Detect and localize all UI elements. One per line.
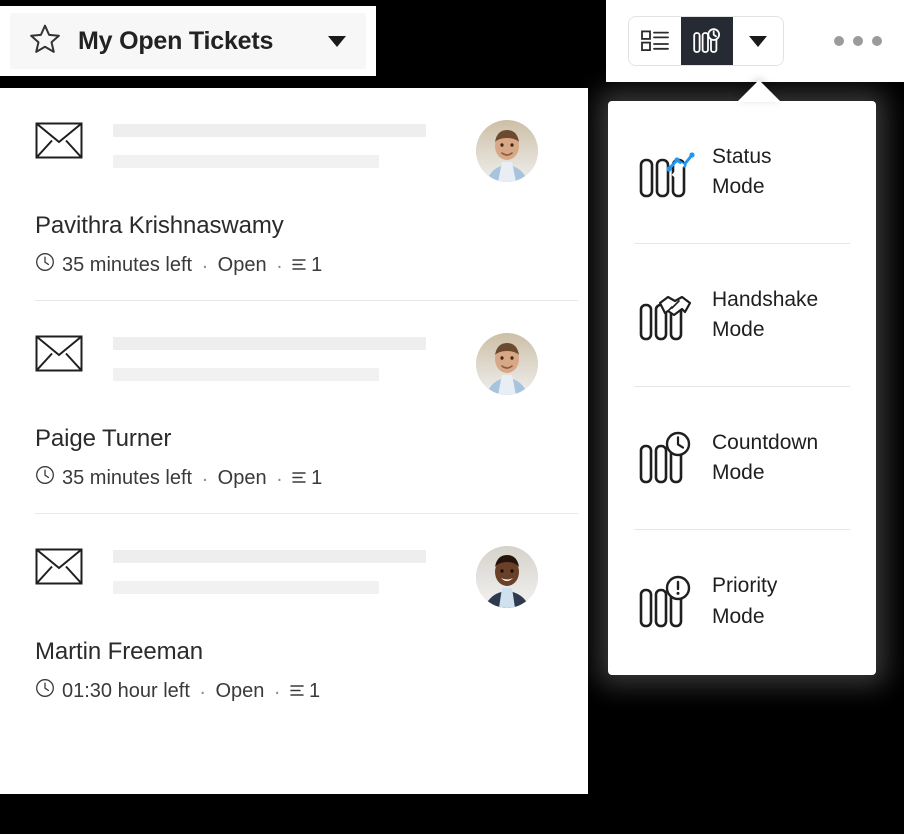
menu-item-line2: Mode	[712, 318, 765, 341]
skeleton-bar-subject	[113, 337, 427, 350]
view-mode-toolbar	[606, 0, 904, 82]
table-row[interactable]: Pavithra Krishnaswamy 35 minutes left . …	[35, 88, 578, 301]
chevron-down-icon[interactable]	[328, 35, 346, 47]
menu-item-line1: Handshake	[712, 287, 819, 311]
skeleton-bar-subject	[113, 124, 427, 137]
meta-separator: .	[276, 251, 283, 273]
meta-separator: .	[202, 251, 208, 273]
thread-lines-icon	[290, 681, 307, 704]
view-header-bar: My Open Tickets	[0, 6, 376, 76]
menu-item-line1: Countdown	[712, 430, 819, 454]
avatar	[476, 546, 538, 608]
view-mode-dropdown-menu: Status Mode Handshake Mode Countdown Mod…	[608, 101, 876, 675]
meta-separator: .	[199, 677, 206, 699]
view-selector[interactable]: My Open Tickets	[10, 13, 366, 69]
sla-time-left: 35 minutes left	[62, 253, 193, 276]
ellipsis-dot	[872, 36, 882, 46]
avatar	[476, 120, 538, 182]
menu-item-handshake-mode[interactable]: Handshake Mode	[634, 244, 850, 387]
view-mode-dropdown-button[interactable]	[733, 17, 783, 65]
ellipsis-dot	[853, 36, 863, 46]
envelope-icon	[35, 122, 83, 164]
countdown-mode-button[interactable]	[681, 17, 733, 65]
meta-separator: .	[274, 677, 280, 699]
ellipsis-dot	[834, 36, 844, 46]
menu-item-label: Handshake Mode	[712, 285, 818, 346]
ticket-meta: 35 minutes left . Open . 1	[35, 465, 538, 491]
menu-item-status-mode[interactable]: Status Mode	[634, 101, 850, 244]
status-badge: Open	[215, 679, 265, 702]
screenshot-stage: My Open Tickets Pavithra Krishnaswamy 35…	[0, 0, 904, 834]
subject-placeholder	[113, 331, 446, 381]
menu-item-line1: Priority	[712, 574, 778, 598]
envelope-icon	[35, 548, 83, 590]
thread-lines-icon	[292, 468, 309, 491]
meta-separator: .	[276, 464, 283, 486]
menu-item-label: Countdown Mode	[712, 428, 818, 489]
table-row[interactable]: Paige Turner 35 minutes left . Open . 1	[35, 301, 578, 514]
skeleton-bar-snippet	[113, 155, 380, 168]
menu-item-line1: Status	[712, 144, 772, 168]
menu-item-label: Priority Mode	[712, 571, 777, 632]
contact-name: Pavithra Krishnaswamy	[35, 212, 284, 239]
contact-name: Martin Freeman	[35, 638, 203, 665]
envelope-icon	[35, 335, 83, 377]
meta-separator: .	[202, 464, 208, 486]
menu-item-countdown-mode[interactable]: Countdown Mode	[634, 387, 850, 530]
countdown-bars-icon	[638, 430, 696, 486]
thread-lines-icon	[292, 255, 309, 278]
subject-placeholder	[113, 118, 446, 168]
ticket-row-top	[35, 118, 538, 182]
menu-item-line2: Mode	[712, 461, 765, 484]
skeleton-bar-snippet	[113, 368, 380, 381]
clock-icon	[35, 465, 55, 491]
menu-item-priority-mode[interactable]: Priority Mode	[634, 530, 850, 673]
clock-icon	[35, 252, 55, 278]
ticket-meta: 01:30 hour left . Open . 1	[35, 678, 538, 704]
chevron-down-icon	[749, 35, 767, 47]
priority-bars-icon	[638, 574, 696, 630]
ticket-list-card: Pavithra Krishnaswamy 35 minutes left . …	[0, 88, 588, 794]
ticket-row-top	[35, 544, 538, 608]
table-row[interactable]: Martin Freeman 01:30 hour left . Open . …	[35, 514, 578, 726]
skeleton-bar-snippet	[113, 581, 380, 594]
sla-time-left: 01:30 hour left	[62, 679, 190, 702]
page-title: My Open Tickets	[78, 26, 274, 55]
sla-time-left: 35 minutes left	[62, 466, 193, 489]
star-outline-icon[interactable]	[28, 22, 62, 61]
dropdown-pointer-arrow	[737, 80, 781, 102]
ticket-row-top	[35, 331, 538, 395]
status-badge: Open	[217, 253, 267, 276]
overflow-menu-button[interactable]	[834, 36, 882, 46]
menu-item-line2: Mode	[712, 604, 765, 628]
status-badge: Open	[217, 466, 267, 489]
thread-count: 1	[311, 253, 323, 276]
menu-item-line2: Mode	[712, 175, 765, 198]
skeleton-bar-subject	[113, 550, 427, 563]
thread-count: 1	[311, 466, 323, 489]
clock-icon	[35, 678, 55, 704]
menu-item-label: Status Mode	[712, 142, 772, 203]
avatar	[476, 333, 538, 395]
status-bars-icon	[638, 144, 696, 200]
handshake-bars-icon	[638, 287, 696, 343]
contact-name: Paige Turner	[35, 425, 172, 452]
ticket-meta: 35 minutes left . Open . 1	[35, 252, 538, 278]
list-view-button[interactable]	[629, 17, 681, 65]
subject-placeholder	[113, 544, 446, 594]
thread-count: 1	[308, 679, 321, 702]
view-mode-segmented-control	[628, 16, 784, 66]
